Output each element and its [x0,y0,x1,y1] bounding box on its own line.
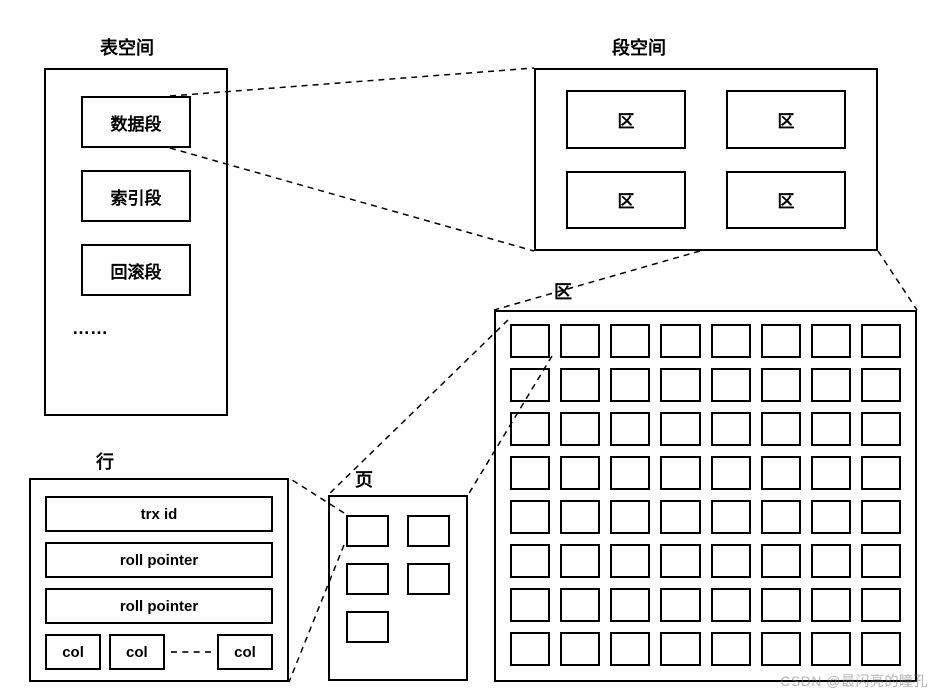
segment-item: 索引段 [81,170,191,222]
extent-page-cell [660,632,700,666]
extent-cell: 区 [566,90,686,149]
extent-page-cell [560,588,600,622]
extent-page-cell [761,456,801,490]
extent-page-cell [610,456,650,490]
extent-page-cell [660,412,700,446]
extent-page-cell [510,632,550,666]
extent-page-cell [660,588,700,622]
page-title: 页 [355,466,373,492]
row-box: trx id roll pointer roll pointer col col… [29,478,289,682]
extent-page-cell [610,588,650,622]
extent-box [494,310,917,682]
page-row-cell [346,611,389,643]
extent-page-cell [610,324,650,358]
extent-page-cell [861,368,901,402]
extent-page-cell [660,544,700,578]
col-field: col [45,634,101,670]
extent-page-cell [811,544,851,578]
row-field: trx id [45,496,273,532]
extent-page-cell [510,412,550,446]
col-field: col [217,634,273,670]
extent-page-cell [861,324,901,358]
extent-page-cell [510,500,550,534]
extent-page-cell [711,632,751,666]
segment-item: 回滚段 [81,244,191,296]
row-columns: col col col [45,634,273,670]
extent-page-cell [510,456,550,490]
extent-page-cell [560,412,600,446]
extent-page-cell [711,368,751,402]
extent-page-cell [711,456,751,490]
row-title: 行 [96,448,114,474]
extent-page-cell [761,544,801,578]
extent-page-cell [811,324,851,358]
segspace-box: 区 区 区 区 [534,68,878,251]
extent-page-cell [861,412,901,446]
page-row-cell [346,515,389,547]
extent-page-cell [660,368,700,402]
extent-page-cell [560,324,600,358]
extent-page-cell [761,632,801,666]
extent-page-cell [811,500,851,534]
extent-page-cell [711,500,751,534]
page-row-cell [346,563,389,595]
extent-cell: 区 [566,171,686,230]
extent-page-cell [811,456,851,490]
page-box [328,495,468,681]
extent-page-cell [861,544,901,578]
row-field: roll pointer [45,542,273,578]
extent-page-cell [861,500,901,534]
extent-page-cell [711,412,751,446]
extent-page-cell [861,632,901,666]
extent-page-cell [560,368,600,402]
extent-page-cell [811,368,851,402]
extent-page-cell [811,588,851,622]
extent-page-cell [610,500,650,534]
extent-page-cell [510,588,550,622]
page-row-cell [407,515,450,547]
extent-page-cell [510,368,550,402]
extent-page-cell [761,412,801,446]
col-field: col [109,634,165,670]
extent-page-cell [861,588,901,622]
extent-page-cell [610,368,650,402]
tablespace-box: 数据段 索引段 回滚段 …… [44,68,228,416]
page-row-cell [407,563,450,595]
extent-page-cell [711,544,751,578]
extent-page-cell [560,544,600,578]
extent-page-cell [761,588,801,622]
extent-page-cell [711,588,751,622]
tablespace-title: 表空间 [100,34,154,60]
row-field: roll pointer [45,588,273,624]
extent-page-cell [861,456,901,490]
extent-page-cell [510,324,550,358]
extent-page-cell [510,544,550,578]
extent-title: 区 [554,278,572,304]
segspace-title: 段空间 [612,34,666,60]
extent-page-cell [610,544,650,578]
extent-page-cell [660,324,700,358]
extent-page-cell [660,500,700,534]
extent-cell: 区 [726,90,846,149]
extent-cell: 区 [726,171,846,230]
extent-page-cell [660,456,700,490]
extent-page-cell [610,412,650,446]
extent-page-cell [811,412,851,446]
extent-page-cell [560,456,600,490]
extent-page-cell [811,632,851,666]
extent-page-cell [610,632,650,666]
watermark: CSDN @最闪亮的瞳孔 [780,671,928,691]
extent-page-cell [761,500,801,534]
ellipsis: …… [46,318,226,339]
col-dots [171,651,211,653]
extent-page-cell [560,632,600,666]
extent-page-cell [761,324,801,358]
extent-page-cell [761,368,801,402]
segment-item: 数据段 [81,96,191,148]
extent-page-cell [560,500,600,534]
extent-page-cell [711,324,751,358]
